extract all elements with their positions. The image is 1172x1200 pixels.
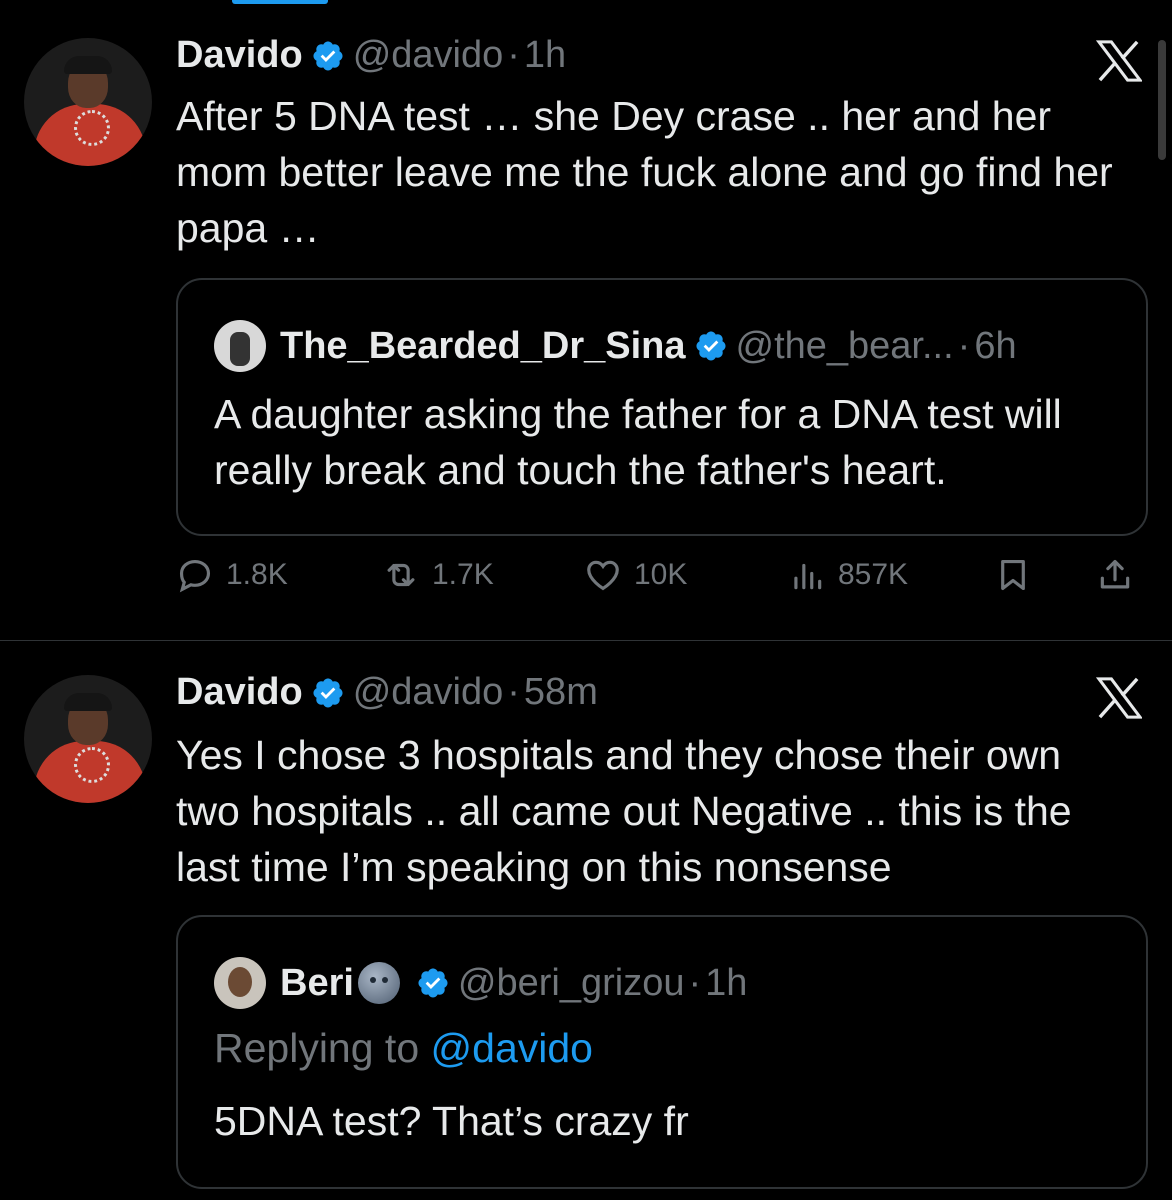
retweet-count: 1.7K (432, 558, 494, 591)
x-logo-icon (1096, 677, 1142, 719)
quote-text: 5DNA test? That’s crazy fr (214, 1098, 689, 1144)
retweet-icon (387, 563, 415, 587)
verified-badge-icon (695, 331, 726, 361)
replying-to-label: Replying to (214, 1025, 431, 1071)
like-count: 10K (634, 558, 688, 591)
moon-emoji-icon (357, 962, 400, 1004)
quote-author-name[interactable]: The_Bearded_Dr_Sina (280, 325, 686, 368)
separator: · (957, 324, 971, 367)
like-icon (587, 560, 619, 591)
tweet-text: Yes I chose 3 hospitals and they chose t… (176, 732, 1072, 890)
separator: · (507, 671, 520, 713)
tweet[interactable]: Davido @davido · 1h After 5 DNA test … s… (0, 0, 1172, 641)
quote-avatar[interactable] (214, 957, 266, 1009)
tweet-text: After 5 DNA test … she Dey crase .. her … (176, 93, 1113, 251)
reply-button[interactable]: 1.8K (176, 556, 288, 594)
like-button[interactable]: 10K (584, 556, 687, 594)
bookmark-icon (1001, 559, 1025, 591)
tweet[interactable]: Davido @davido · 58m Yes I chose 3 hospi… (0, 641, 1172, 1200)
timestamp[interactable]: 58m (524, 671, 598, 714)
retweet-button[interactable]: 1.7K (382, 556, 494, 594)
quote-header: Beri @beri_grizou · 1h (214, 957, 747, 1009)
avatar[interactable] (24, 38, 152, 166)
views-count: 857K (838, 558, 909, 591)
quoted-tweet[interactable]: Beri @beri_grizou · 1h Replying to @davi… (176, 915, 1148, 1189)
share-button[interactable] (1096, 556, 1146, 594)
verified-badge-icon (418, 968, 448, 998)
bookmark-button[interactable] (994, 556, 1044, 594)
replying-to-line: Replying to @davido (214, 1025, 593, 1072)
tweet-actions: 1.8K 1.7K 10K 857K (176, 556, 1144, 606)
tweet-header: Davido @davido · 1h (176, 34, 566, 77)
timestamp[interactable]: 1h (524, 34, 566, 77)
quote-text: A daughter asking the father for a DNA t… (214, 391, 1062, 493)
quote-author-name[interactable]: Beri (280, 962, 354, 1005)
quote-header: The_Bearded_Dr_Sina @the_bear... · 6h (214, 320, 1017, 372)
views-button[interactable]: 857K (788, 556, 908, 594)
separator: · (688, 961, 702, 1004)
tweet-header: Davido @davido · 58m (176, 671, 598, 714)
avatar[interactable] (24, 675, 152, 803)
author-handle[interactable]: @davido (353, 34, 504, 77)
verified-badge-icon (313, 677, 343, 708)
author-name[interactable]: Davido (176, 34, 303, 77)
x-logo-icon (1096, 40, 1142, 82)
quote-timestamp[interactable]: 1h (705, 962, 747, 1005)
reply-count: 1.8K (226, 558, 288, 591)
views-icon (794, 563, 822, 590)
quoted-tweet[interactable]: The_Bearded_Dr_Sina @the_bear... · 6h A … (176, 278, 1148, 536)
quote-avatar[interactable] (214, 320, 266, 372)
quote-author-handle[interactable]: @beri_grizou (458, 962, 685, 1005)
share-icon (1100, 559, 1130, 589)
replying-to-mention[interactable]: @davido (431, 1025, 593, 1071)
author-name[interactable]: Davido (176, 671, 303, 714)
author-handle[interactable]: @davido (353, 671, 504, 714)
quote-author-handle[interactable]: @the_bear... (736, 325, 954, 368)
quote-timestamp[interactable]: 6h (974, 325, 1016, 368)
separator: · (507, 34, 520, 76)
reply-icon (179, 559, 211, 593)
verified-badge-icon (313, 40, 343, 71)
